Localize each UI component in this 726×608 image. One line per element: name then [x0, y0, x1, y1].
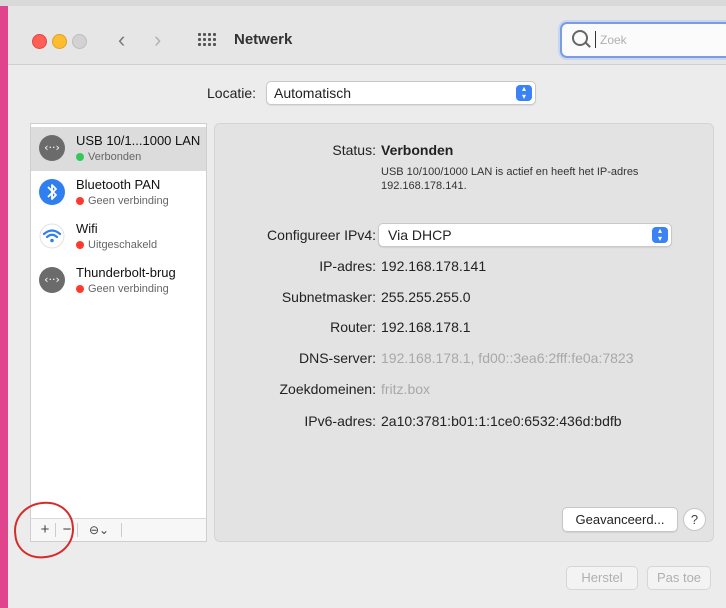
search-input[interactable]	[598, 28, 722, 52]
status-label: Status:	[332, 142, 376, 158]
forward-chevron-icon[interactable]: ›	[154, 28, 161, 52]
service-name: Bluetooth PAN	[76, 177, 161, 192]
service-item-thunderbolt-bridge[interactable]: ‹··› Thunderbolt-brug Geen verbinding	[31, 259, 206, 303]
window-title: Netwerk	[234, 31, 293, 48]
service-status-text: Verbonden	[88, 151, 142, 163]
text-caret	[595, 31, 596, 48]
configure-ipv4-label: Configureer IPv4:	[267, 227, 376, 243]
router-value: 192.168.178.1	[381, 319, 471, 335]
location-label: Locatie:	[207, 85, 257, 101]
toolbar-divider	[77, 523, 78, 537]
location-value: Automatisch	[274, 85, 352, 101]
search-domains-value: fritz.box	[381, 381, 431, 397]
status-dot-icon	[76, 241, 84, 249]
service-status: Geen verbinding	[76, 195, 169, 207]
back-chevron-icon[interactable]: ‹	[118, 28, 125, 52]
status-dot-icon	[76, 197, 84, 205]
service-list: ‹··› USB 10/1...1000 LAN Verbonden Bluet…	[30, 123, 207, 520]
apply-button[interactable]: Pas toe	[647, 566, 711, 590]
subnet-mask-label: Subnetmasker:	[281, 289, 376, 305]
status-description: USB 10/100/1000 LAN is actief en heeft h…	[381, 166, 639, 192]
search-field[interactable]	[560, 22, 726, 58]
service-status-text: Geen verbinding	[88, 195, 169, 207]
service-item-usb-lan[interactable]: ‹··› USB 10/1...1000 LAN Verbonden	[31, 127, 206, 171]
service-status: Uitgeschakeld	[76, 239, 157, 251]
configure-ipv4-value: Via DHCP	[388, 227, 452, 243]
ipv6-address-value: 2a10:3781:b01:1:1ce0:6532:436d:bdfb	[381, 413, 622, 429]
search-icon	[572, 30, 588, 46]
show-all-grid-icon[interactable]	[198, 33, 216, 47]
configure-ipv4-select[interactable]: Via DHCP ▴ ▾	[378, 223, 672, 247]
service-item-bluetooth-pan[interactable]: Bluetooth PAN Geen verbinding	[31, 171, 206, 215]
location-select[interactable]: Automatisch ▴ ▾	[266, 81, 536, 105]
network-preferences-window: ‹ › Netwerk Locatie: Automatisch ▴▾ ‹··›…	[0, 0, 726, 608]
service-status-text: Uitgeschakeld	[88, 239, 158, 251]
minimize-window-button[interactable]	[52, 34, 67, 49]
ip-address-value: 192.168.178.141	[381, 258, 487, 274]
status-dot-icon	[76, 153, 84, 161]
service-status-text: Geen verbinding	[88, 283, 169, 295]
dns-server-label: DNS-server:	[298, 350, 376, 366]
wifi-icon	[39, 223, 65, 249]
service-status: Geen verbinding	[76, 283, 169, 295]
ip-address-label: IP-adres:	[319, 258, 376, 274]
select-stepper-icon: ▴ ▾	[652, 227, 668, 243]
service-item-wifi[interactable]: Wifi Uitgeschakeld	[31, 215, 206, 259]
service-status: Verbonden	[76, 151, 141, 163]
service-name: USB 10/1...1000 LAN	[76, 133, 201, 148]
toolbar-divider	[121, 523, 122, 537]
title-bar: ‹ › Netwerk	[8, 6, 726, 65]
window-frame-edge	[0, 0, 8, 608]
bluetooth-icon	[39, 179, 65, 205]
ethernet-icon: ‹··›	[39, 267, 65, 293]
select-stepper-icon: ▴ ▾	[516, 85, 532, 101]
ipv6-address-label: IPv6-adres:	[304, 413, 376, 429]
advanced-button[interactable]: Geavanceerd...	[562, 507, 678, 532]
revert-button[interactable]: Herstel	[566, 566, 638, 590]
status-value: Verbonden	[381, 142, 454, 158]
zoom-window-button[interactable]	[72, 34, 87, 49]
help-button[interactable]: ?	[683, 508, 706, 531]
dns-server-value: 192.168.178.1, fd00::3ea6:2fff:fe0a:7823	[381, 350, 634, 366]
router-label: Router:	[330, 319, 376, 335]
status-dot-icon	[76, 285, 84, 293]
ethernet-icon: ‹··›	[39, 135, 65, 161]
close-window-button[interactable]	[32, 34, 47, 49]
service-actions-menu-button[interactable]: ⊖⌄	[81, 519, 117, 541]
service-name: Thunderbolt-brug	[76, 265, 176, 280]
service-name: Wifi	[76, 221, 98, 236]
subnet-mask-value: 255.255.255.0	[381, 289, 471, 305]
search-domains-label: Zoekdomeinen:	[279, 381, 376, 397]
